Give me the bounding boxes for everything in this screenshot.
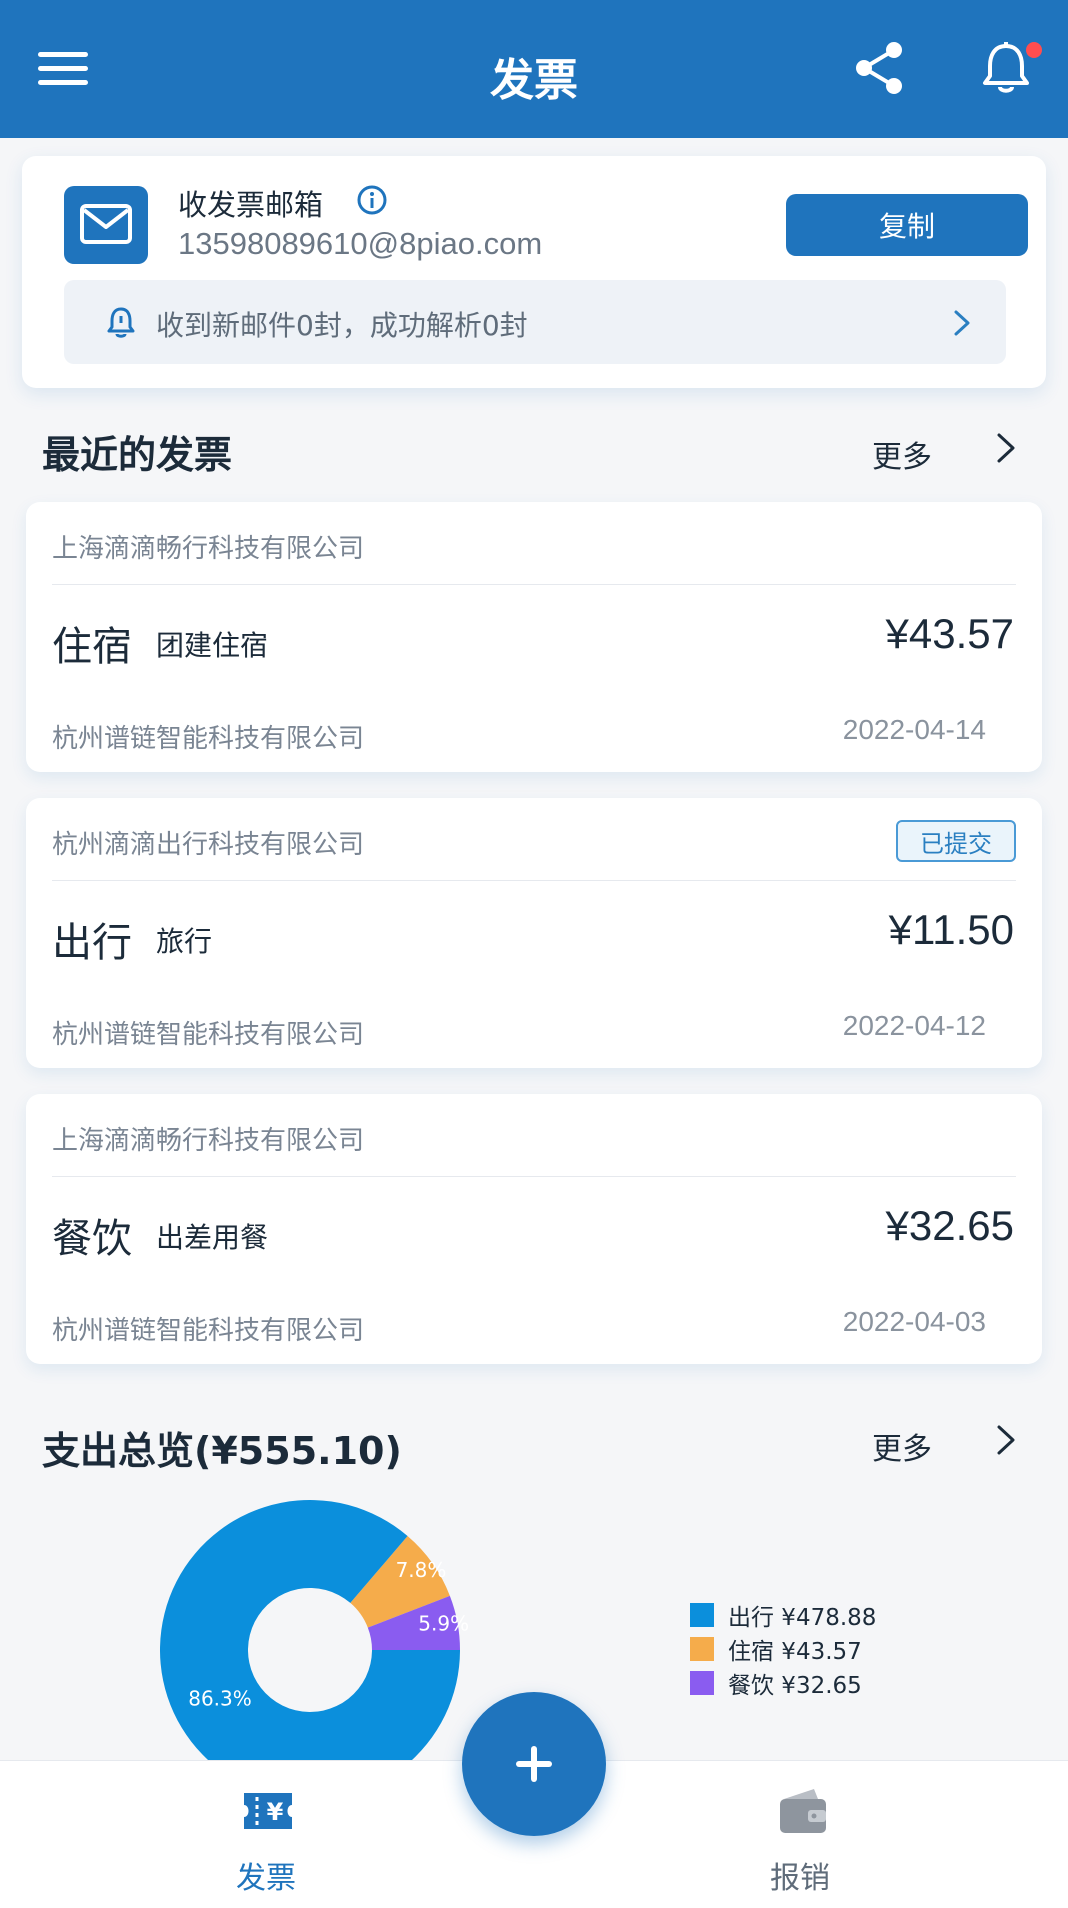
slice-percent-label: 5.9% bbox=[418, 1612, 469, 1636]
legend-item: 餐饮 ¥32.65 bbox=[690, 1666, 876, 1700]
chevron-right-icon[interactable] bbox=[994, 1422, 1018, 1458]
invoice-amount: ¥11.50 bbox=[888, 906, 1014, 953]
legend-swatch bbox=[690, 1671, 714, 1695]
add-invoice-button[interactable] bbox=[462, 1692, 606, 1836]
legend-label: 餐饮 ¥32.65 bbox=[728, 1673, 862, 1699]
legend-item: 住宿 ¥43.57 bbox=[690, 1632, 876, 1666]
legend-swatch bbox=[690, 1637, 714, 1661]
invoice-amount: ¥43.57 bbox=[885, 610, 1014, 657]
chevron-right-icon[interactable] bbox=[994, 430, 1018, 466]
invoice-card[interactable]: 杭州滴滴出行科技有限公司 已提交 出行 旅行 ¥11.50 杭州谱链智能科技有限… bbox=[26, 798, 1042, 1068]
invoice-description: 团建住宿 bbox=[156, 629, 269, 662]
mailbox-address: 13598089610@8piao.com bbox=[178, 226, 543, 261]
invoice-seller: 上海滴滴畅行科技有限公司 bbox=[52, 534, 365, 564]
expense-overview-title: 支出总览(¥555.10) bbox=[42, 1429, 402, 1473]
invoice-date: 2022-04-14 bbox=[842, 714, 986, 745]
bell-icon[interactable] bbox=[980, 40, 1032, 96]
legend-item: 出行 ¥478.88 bbox=[690, 1598, 876, 1632]
tab-reimbursement[interactable]: 报销 bbox=[700, 1761, 900, 1908]
invoice-seller: 杭州滴滴出行科技有限公司 bbox=[52, 830, 365, 860]
divider bbox=[52, 880, 1016, 881]
invoice-amount: ¥32.65 bbox=[885, 1202, 1014, 1249]
legend-label: 出行 ¥478.88 bbox=[728, 1605, 877, 1631]
tab-label: 报销 bbox=[770, 1861, 830, 1896]
tab-invoices[interactable]: ¥ 发票 bbox=[166, 1761, 366, 1908]
mailbox-title: 收发票邮箱 bbox=[178, 188, 324, 222]
tab-label: 发票 bbox=[236, 1861, 296, 1896]
chart-legend: 出行 ¥478.88 住宿 ¥43.57 餐饮 ¥32.65 bbox=[690, 1598, 876, 1700]
invoice-mailbox-card: 收发票邮箱 13598089610@8piao.com 复制 收到新邮件0封，成… bbox=[22, 156, 1046, 388]
app-header: 发票 bbox=[0, 0, 1068, 138]
legend-swatch bbox=[690, 1603, 714, 1627]
info-icon[interactable] bbox=[356, 184, 388, 216]
divider bbox=[52, 1176, 1016, 1177]
legend-label: 住宿 ¥43.57 bbox=[728, 1639, 862, 1665]
bell-icon bbox=[107, 307, 135, 338]
recent-invoices-title: 最近的发票 bbox=[42, 433, 233, 477]
invoice-description: 旅行 bbox=[156, 925, 213, 958]
notification-dot bbox=[1026, 42, 1042, 58]
chevron-right-icon bbox=[954, 310, 970, 336]
invoice-buyer: 杭州谱链智能科技有限公司 bbox=[52, 1316, 365, 1346]
mail-notice-bar[interactable]: 收到新邮件0封，成功解析0封 bbox=[64, 280, 1006, 364]
overview-more-link[interactable]: 更多 bbox=[872, 1424, 932, 1468]
plus-icon bbox=[516, 1746, 552, 1782]
mail-icon bbox=[64, 186, 148, 264]
invoice-card[interactable]: 上海滴滴畅行科技有限公司 餐饮 出差用餐 ¥32.65 杭州谱链智能科技有限公司… bbox=[26, 1094, 1042, 1364]
invoice-category: 餐饮 bbox=[52, 1216, 132, 1262]
invoice-buyer: 杭州谱链智能科技有限公司 bbox=[52, 1020, 365, 1050]
svg-text:¥: ¥ bbox=[267, 1798, 284, 1826]
slice-percent-label: 86.3% bbox=[188, 1687, 252, 1711]
invoice-category: 住宿 bbox=[52, 624, 132, 670]
invoice-card[interactable]: 上海滴滴畅行科技有限公司 住宿 团建住宿 ¥43.57 杭州谱链智能科技有限公司… bbox=[26, 502, 1042, 772]
invoice-category: 出行 bbox=[52, 920, 132, 966]
invoice-buyer: 杭州谱链智能科技有限公司 bbox=[52, 724, 365, 754]
expense-donut-chart: 7.8% 5.9% 86.3% bbox=[160, 1500, 469, 1760]
invoice-date: 2022-04-12 bbox=[842, 1010, 986, 1041]
wallet-icon bbox=[780, 1789, 826, 1833]
invoice-date: 2022-04-03 bbox=[842, 1306, 986, 1337]
recent-more-link[interactable]: 更多 bbox=[872, 432, 932, 476]
divider bbox=[52, 584, 1016, 585]
invoice-seller: 上海滴滴畅行科技有限公司 bbox=[52, 1126, 365, 1156]
slice-percent-label: 7.8% bbox=[396, 1558, 447, 1582]
share-icon[interactable] bbox=[852, 40, 908, 96]
invoice-description: 出差用餐 bbox=[156, 1221, 269, 1254]
mail-notice-text: 收到新邮件0封，成功解析0封 bbox=[156, 309, 528, 342]
copy-button[interactable]: 复制 bbox=[786, 194, 1028, 256]
status-badge: 已提交 bbox=[896, 820, 1016, 862]
invoice-yen-icon: ¥ bbox=[244, 1793, 292, 1829]
